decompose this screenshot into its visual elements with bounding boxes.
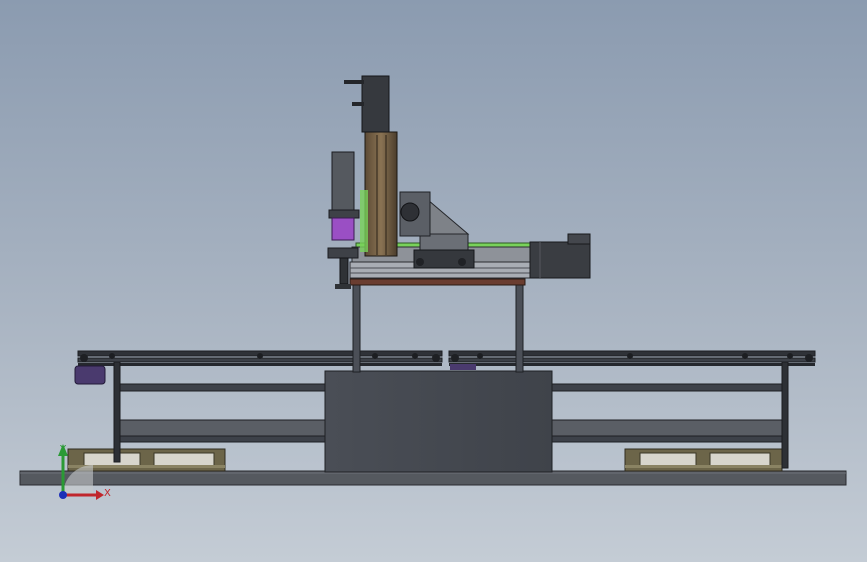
x-axis-motor <box>529 233 591 279</box>
center-cabinet <box>324 370 553 473</box>
right-pallet <box>624 448 783 472</box>
assembly-drawing: Y X <box>19 75 847 500</box>
z-axis-dot <box>59 491 67 499</box>
x-axis-label: X <box>104 488 111 499</box>
cad-viewport[interactable]: Y X <box>0 0 867 562</box>
base-plate <box>19 470 847 486</box>
y-axis-label: Y <box>59 444 67 455</box>
motor-drive-left <box>74 365 106 385</box>
